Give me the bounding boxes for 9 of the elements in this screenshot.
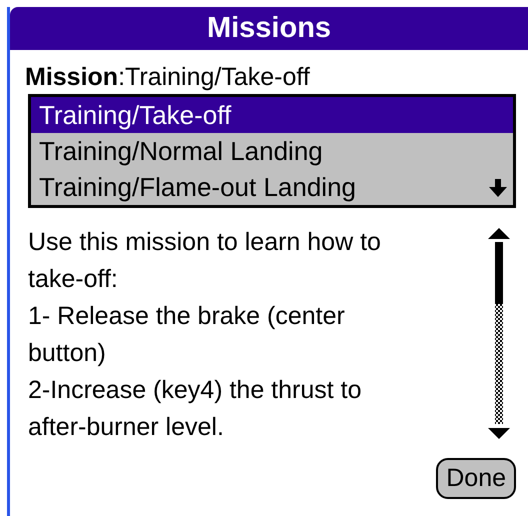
done-button[interactable]: Done xyxy=(436,458,516,499)
mission-label: Mission:Training/Take-off xyxy=(25,62,311,93)
scrollbar[interactable] xyxy=(488,228,510,440)
mission-description: Use this mission to learn how to take-off: 1- Release the brake (center button) 2-Increase (key4) the thrust to after-burner level. xyxy=(28,227,381,443)
mission-item[interactable]: Training/Flame-out Landing xyxy=(31,169,513,205)
mission-item[interactable]: Training/Take-off xyxy=(31,97,513,133)
window-title: Missions xyxy=(206,12,332,45)
scroll-down-icon[interactable] xyxy=(489,179,507,197)
mission-item[interactable]: Training/Normal Landing xyxy=(31,133,513,169)
